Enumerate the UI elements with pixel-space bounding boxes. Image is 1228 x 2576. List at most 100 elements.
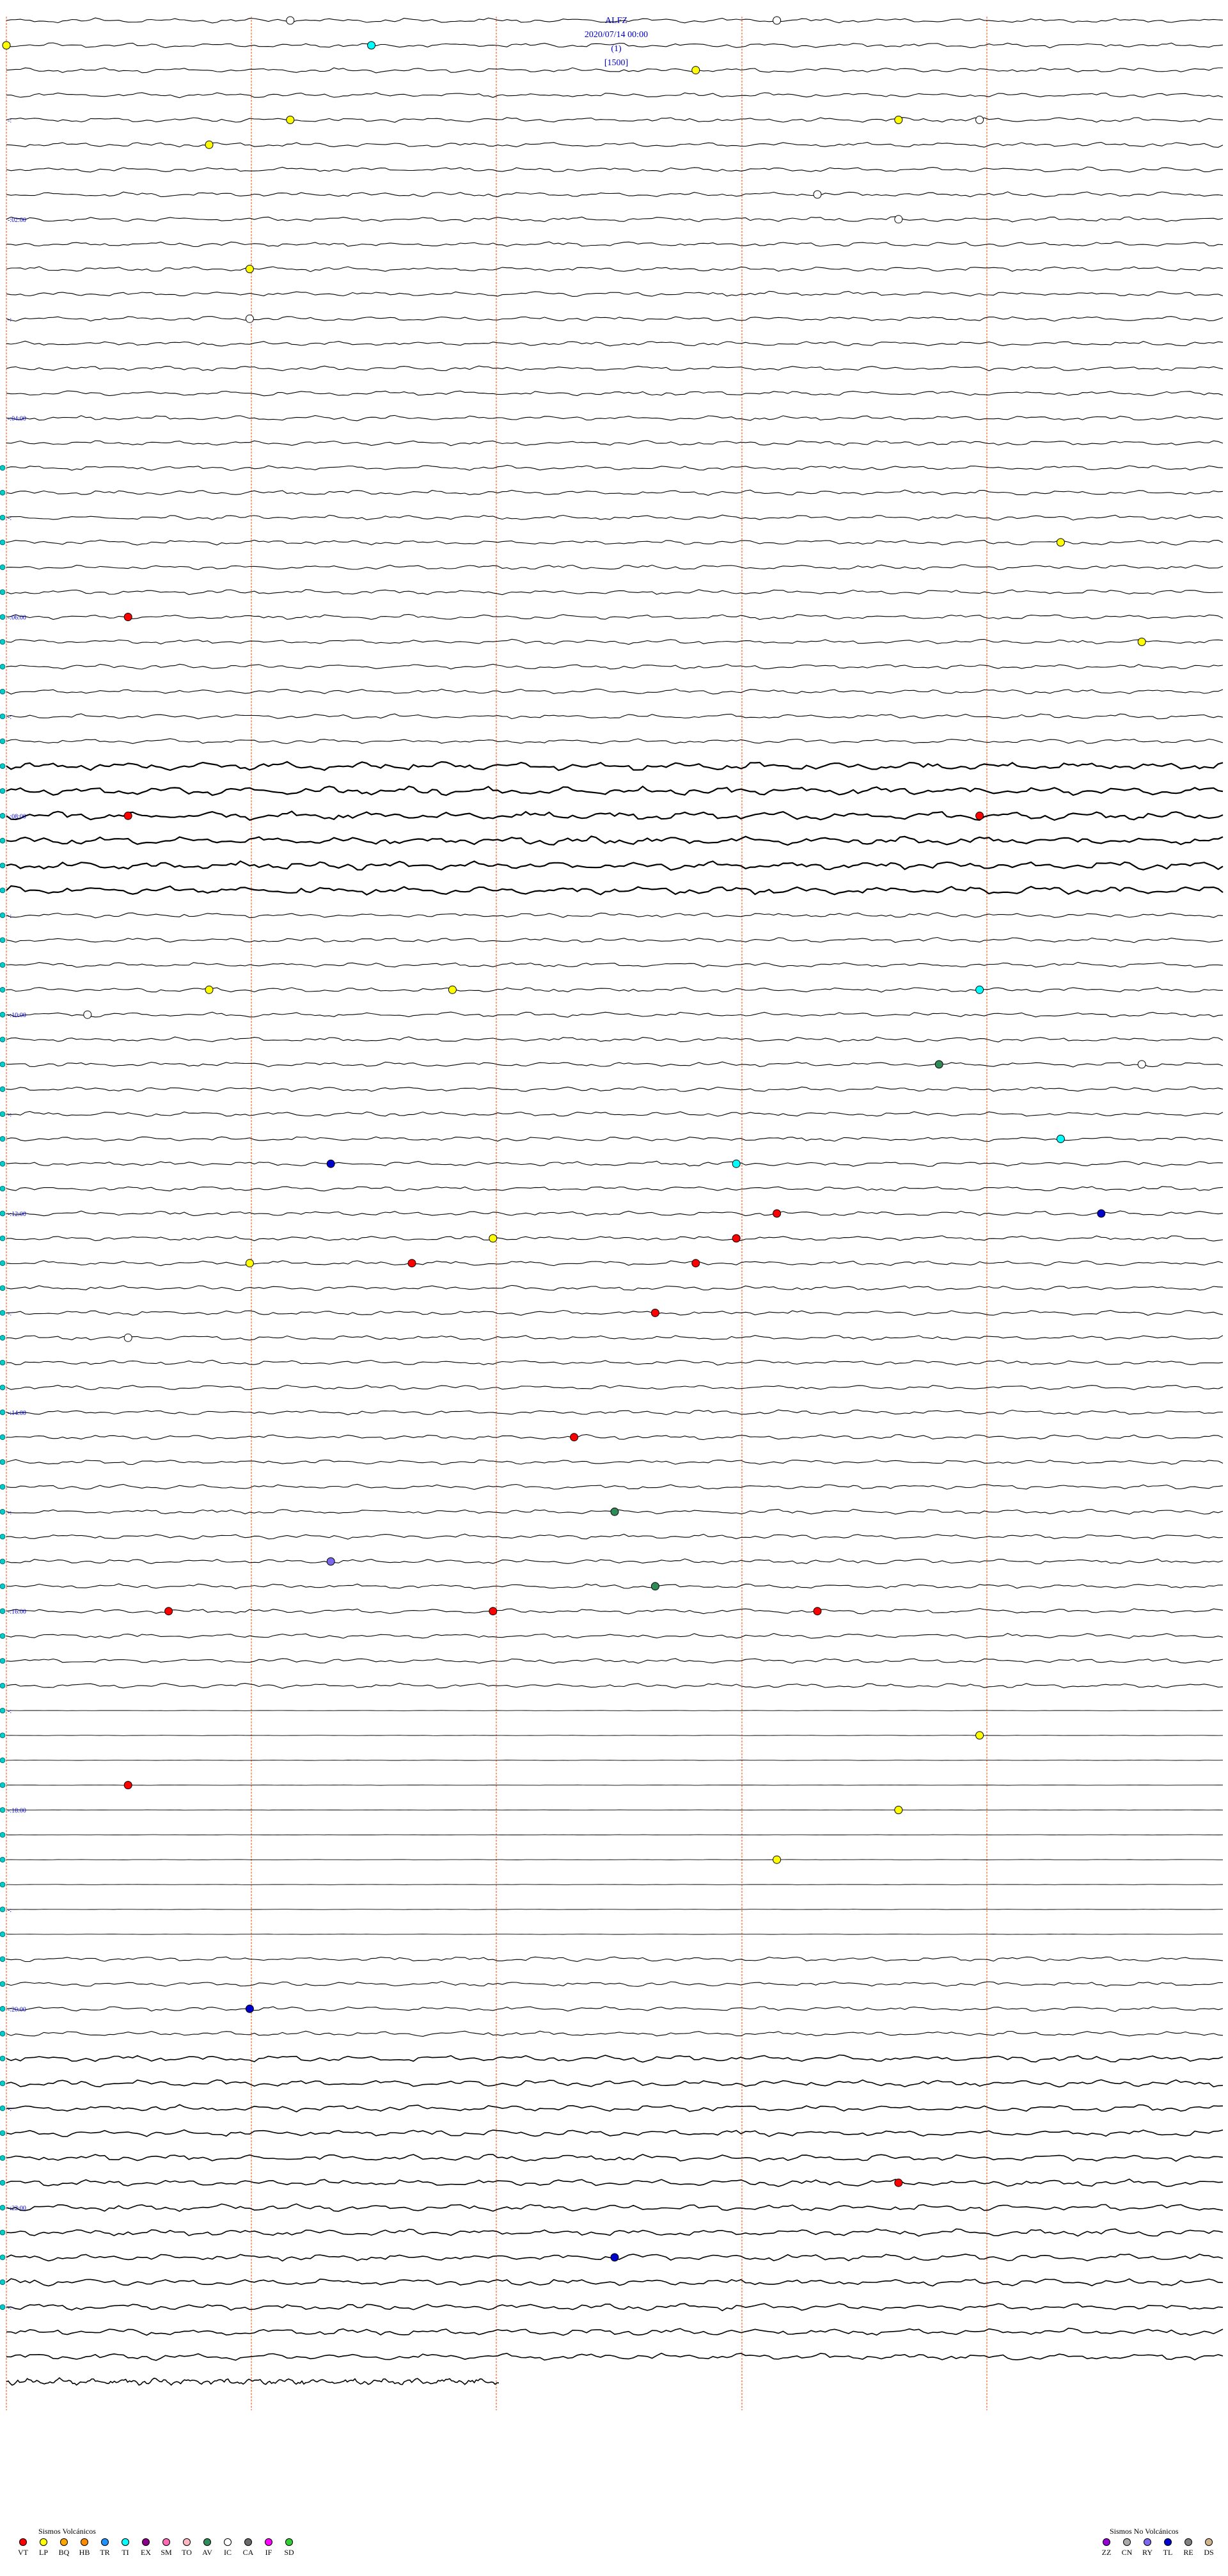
legend-swatch — [203, 2538, 211, 2546]
legend-label: TO — [182, 2548, 192, 2557]
trace-line — [6, 316, 1224, 322]
trace-line — [6, 2377, 500, 2386]
trace-line — [6, 1160, 1224, 1167]
station-marker — [0, 1832, 6, 1838]
trace-line — [6, 2129, 1224, 2137]
station-marker — [0, 1981, 6, 1987]
hour-label: -: — [8, 1708, 12, 1715]
station-marker — [0, 2279, 6, 2286]
station-marker — [0, 1185, 6, 1192]
trace-line — [6, 1359, 1224, 1366]
station-marker — [0, 1359, 6, 1366]
station-marker — [0, 1583, 6, 1590]
station-marker — [0, 862, 6, 869]
event-marker-vt — [975, 811, 984, 820]
station-marker — [0, 2055, 6, 2062]
hour-label: -:12:00 — [8, 1211, 26, 1218]
hour-label: -: — [8, 1112, 12, 1119]
event-marker-ic — [1137, 1060, 1146, 1069]
hour-label: -:08:00 — [8, 813, 26, 820]
legend-label: TR — [100, 2548, 110, 2557]
trace-line — [6, 713, 1224, 720]
hour-label: -: — [8, 1310, 12, 1317]
station-marker — [0, 1707, 6, 1714]
event-marker-ti — [975, 985, 984, 994]
trace-line — [6, 564, 1224, 571]
station-marker — [0, 1260, 6, 1267]
event-marker-lp — [448, 985, 457, 994]
event-marker-lp — [975, 1731, 984, 1740]
legend-nonvolcanic-tl: TL — [1158, 2538, 1178, 2557]
legend-volcanic-lp: LP — [33, 2538, 54, 2557]
legend-label: RY — [1142, 2548, 1153, 2557]
trace-line — [6, 514, 1224, 521]
legend-volcanic-ex: EX — [136, 2538, 156, 2557]
legend-volcanic-sd: SD — [279, 2538, 299, 2557]
legend-label: EX — [141, 2548, 151, 2557]
station-marker — [0, 1906, 6, 1913]
station-marker — [0, 1757, 6, 1764]
station-marker — [0, 1782, 6, 1788]
legend-label: RE — [1183, 2548, 1193, 2557]
trace-line — [6, 1434, 1224, 1441]
station-marker — [0, 1732, 6, 1739]
legend-label: BQ — [58, 2548, 70, 2557]
legend-label: CA — [242, 2548, 254, 2557]
legend-swatch — [101, 2538, 109, 2546]
event-marker-vt — [164, 1607, 173, 1616]
station-marker — [0, 2155, 6, 2161]
station-marker — [0, 514, 6, 521]
trace-line — [6, 2079, 1224, 2088]
trace-line — [6, 2104, 1224, 2113]
event-marker-lp — [894, 1806, 903, 1814]
event-marker-ic — [123, 1333, 132, 1342]
legend-swatch — [81, 2538, 88, 2546]
legend-swatch — [224, 2538, 232, 2546]
legend-volcanic-ti: TI — [115, 2538, 136, 2557]
station-marker — [0, 663, 6, 670]
trace-line — [6, 860, 1224, 871]
event-marker-lp — [2, 41, 11, 50]
trace-line — [6, 1682, 1224, 1689]
legend-swatch — [1185, 2538, 1192, 2546]
station-marker — [0, 1434, 6, 1441]
event-marker-av — [610, 1507, 619, 1516]
trace-line — [6, 191, 1224, 198]
legend-volcanic-to: TO — [177, 2538, 197, 2557]
event-marker-lp — [894, 115, 903, 124]
station-marker — [0, 1881, 6, 1888]
legend-label: IF — [265, 2548, 272, 2557]
legend-volcanic: VT LP BQ HB TR TI EX SM TO AV IC CA IF SD — [13, 2538, 299, 2557]
event-marker-ic — [894, 215, 903, 224]
station-marker — [0, 1036, 6, 1043]
station-marker — [0, 2080, 6, 2087]
legend-nonvolcanic-cn: CN — [1117, 2538, 1137, 2557]
trace-line — [6, 1011, 1224, 1018]
event-marker-vt — [650, 1308, 659, 1317]
trace-line — [6, 835, 1224, 846]
trace-line — [6, 688, 1224, 695]
station-marker — [0, 1111, 6, 1117]
trace-line — [6, 1632, 1224, 1639]
legend-volcanic-vt: VT — [13, 2538, 33, 2557]
trace-line — [6, 390, 1224, 397]
legend-volcanic-ca: CA — [238, 2538, 258, 2557]
event-marker-lp — [245, 265, 254, 273]
station-marker — [0, 912, 6, 919]
station-marker — [0, 2229, 6, 2236]
station-marker — [0, 1384, 6, 1391]
trace-line — [6, 2327, 1224, 2336]
hour-label: -:10:00 — [8, 1012, 26, 1019]
station-marker — [0, 837, 6, 844]
trace-line — [6, 2030, 1224, 2037]
legend-swatch — [40, 2538, 47, 2546]
event-marker-ic — [245, 314, 254, 323]
legend-label: DS — [1204, 2548, 1214, 2557]
event-marker-vt — [570, 1433, 579, 1442]
legend-swatch — [244, 2538, 252, 2546]
trace-line — [6, 589, 1223, 596]
station-marker — [0, 887, 6, 894]
station-marker — [0, 1508, 6, 1515]
hour-label: -:06:00 — [8, 615, 26, 622]
event-marker-ic — [975, 115, 984, 124]
